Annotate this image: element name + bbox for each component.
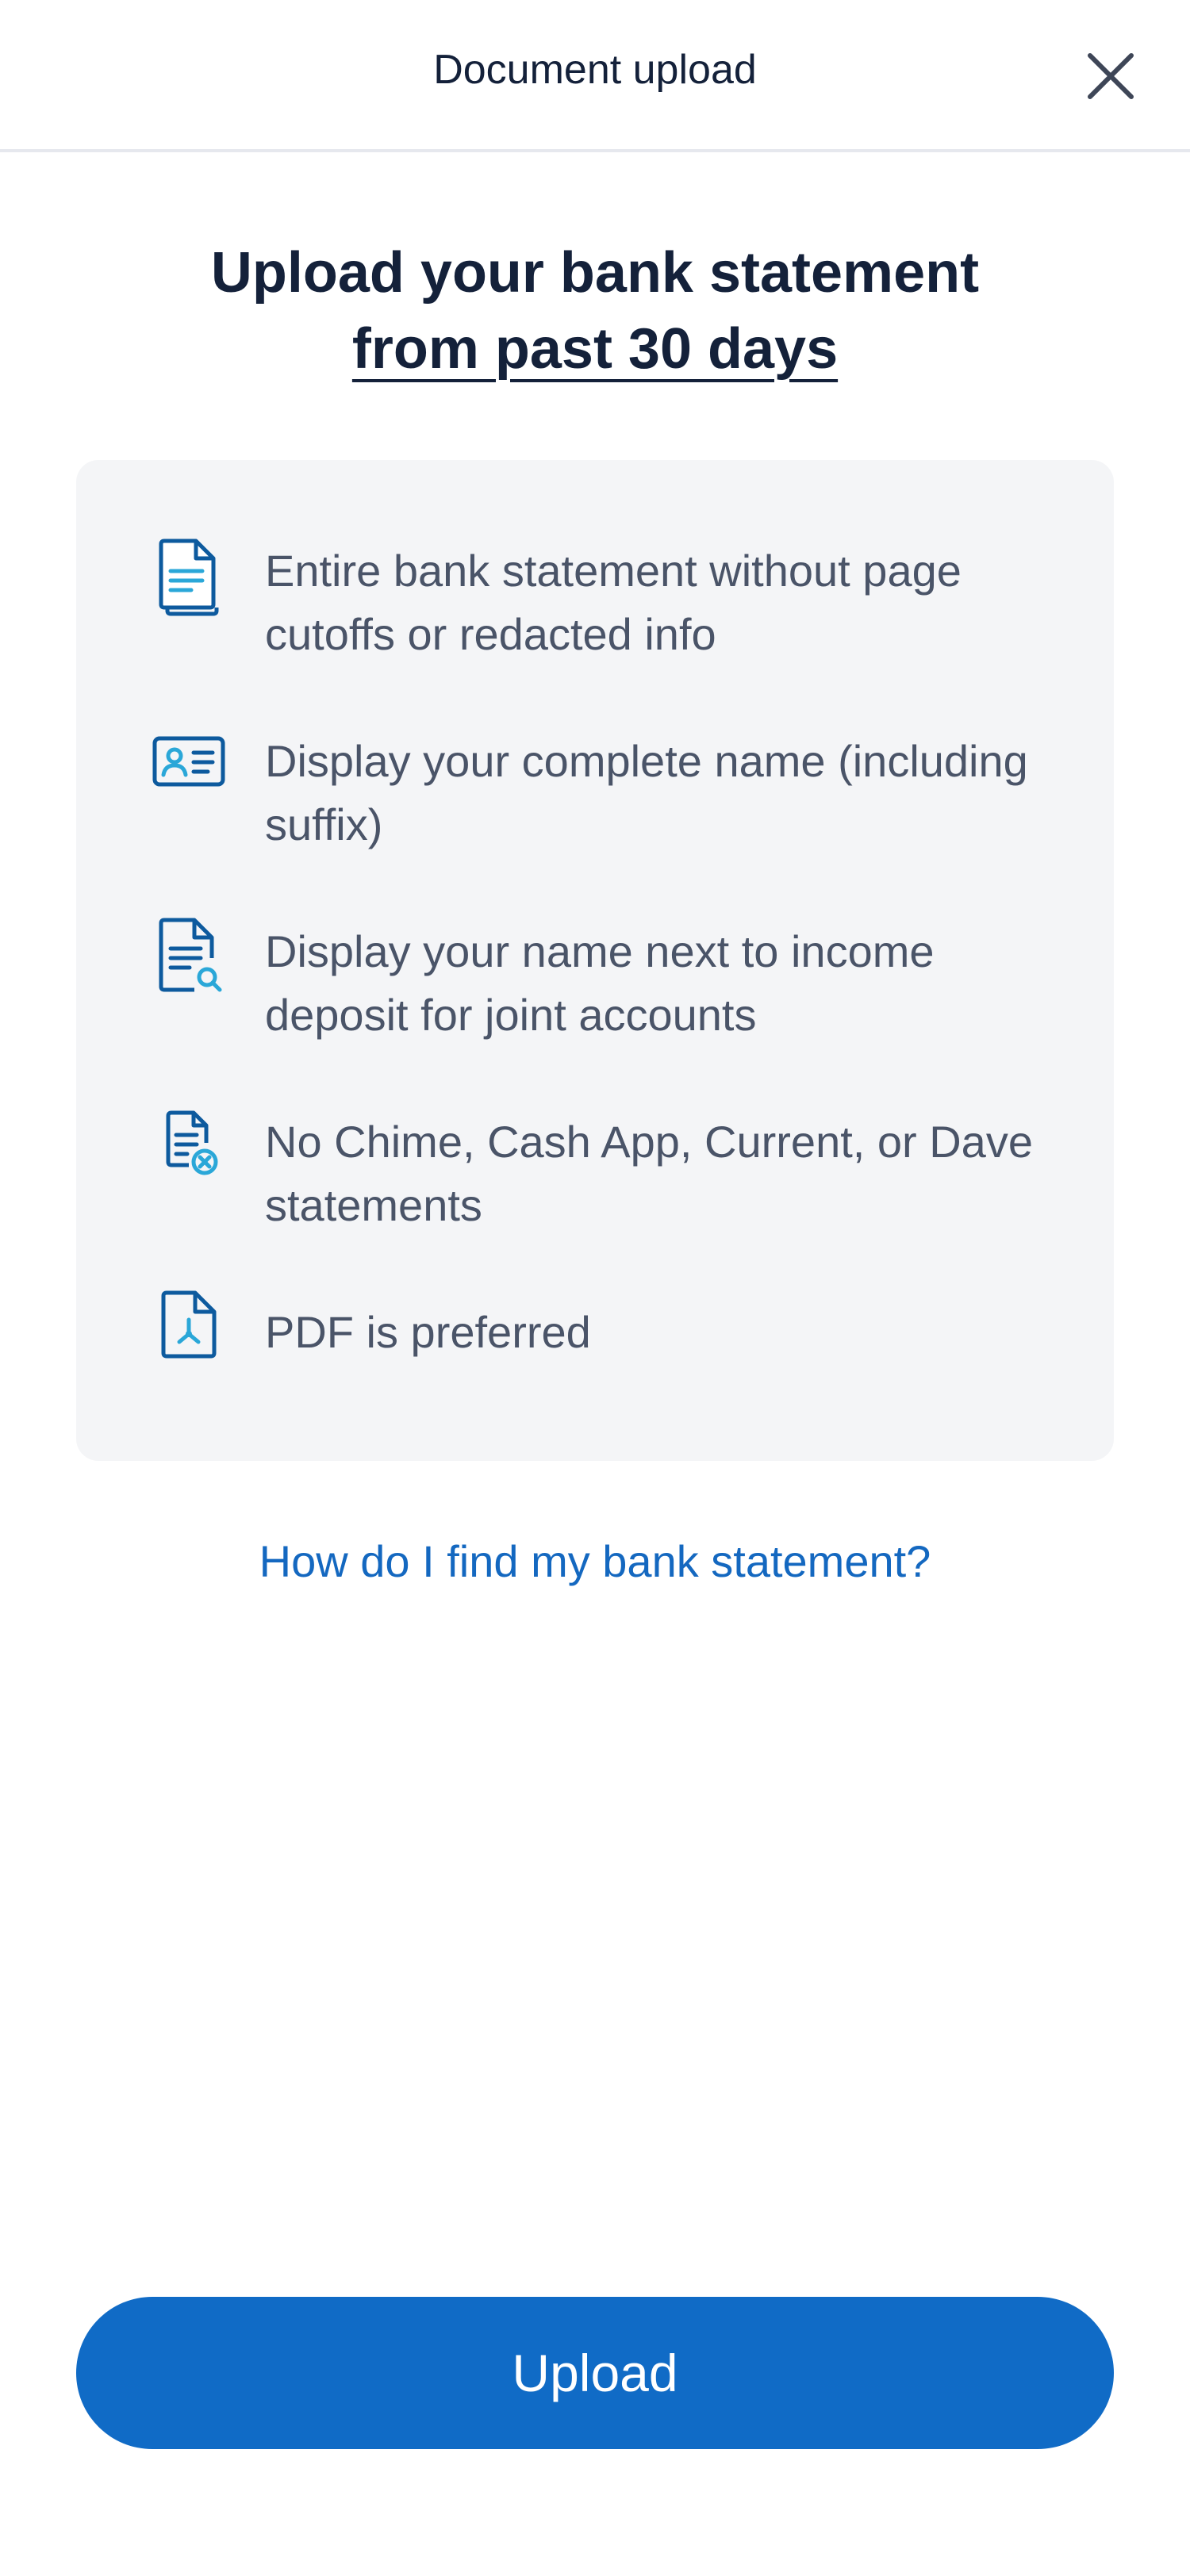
help-link[interactable]: How do I find my bank statement?: [0, 1535, 1190, 1587]
close-button[interactable]: [1079, 44, 1142, 108]
requirement-text: Display your name next to income deposit…: [265, 926, 935, 1040]
requirement-text: Entire bank statement without page cutof…: [265, 546, 962, 659]
header-bar: Document upload: [0, 0, 1190, 152]
upload-button[interactable]: Upload: [76, 2297, 1114, 2449]
id-card-icon: [152, 722, 225, 801]
headline-line-2: from past 30 days: [351, 317, 839, 381]
requirement-text: No Chime, Cash App, Current, or Dave sta…: [265, 1117, 1033, 1230]
requirement-text: PDF is preferred: [265, 1307, 591, 1357]
page-headline: Upload your bank statement from past 30 …: [0, 235, 1190, 387]
requirements-card: Entire bank statement without page cutof…: [76, 460, 1114, 1461]
documents-icon: [152, 538, 225, 617]
document-cancel-icon: [152, 1106, 225, 1185]
document-search-icon: [152, 917, 225, 996]
headline-line-1: Upload your bank statement: [210, 241, 980, 305]
requirement-text: Display your complete name (including su…: [265, 736, 1028, 849]
close-icon: [1088, 53, 1134, 99]
pdf-icon: [152, 1285, 225, 1364]
header-title: Document upload: [433, 47, 757, 93]
